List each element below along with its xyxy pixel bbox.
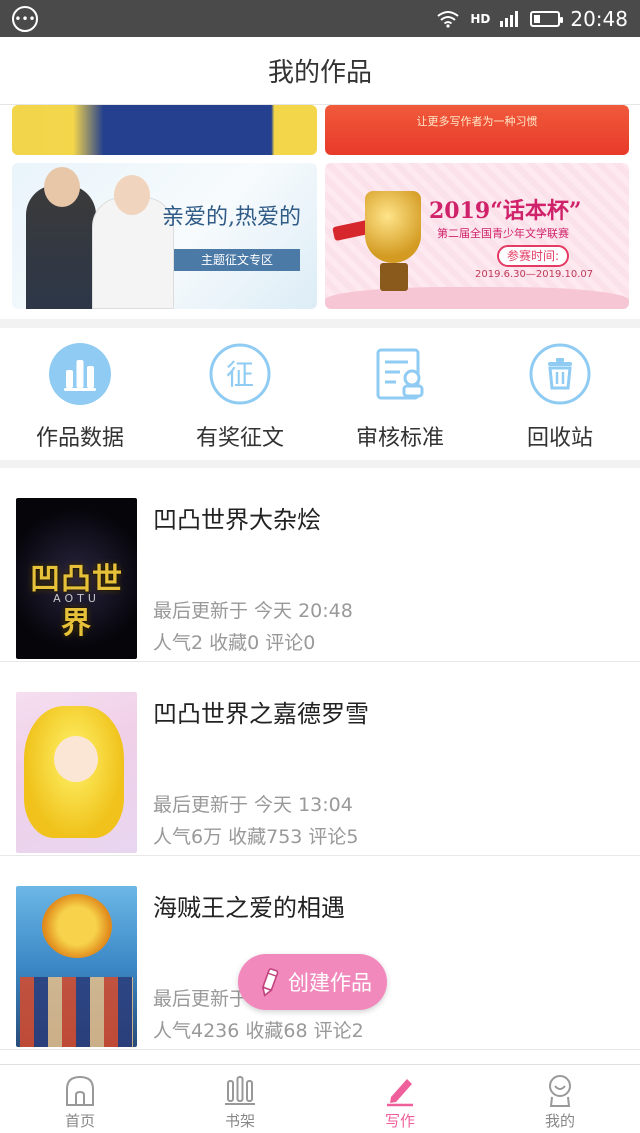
notification-icon: ••• [12, 5, 38, 32]
home-icon [62, 1073, 98, 1107]
tab-home[interactable]: 首页 [0, 1065, 160, 1133]
bookshelf-icon [222, 1073, 258, 1107]
banner-top-left[interactable] [12, 105, 317, 155]
tab-label: 我的 [544, 1112, 575, 1130]
entry-review-standard[interactable]: 审核标准 [320, 328, 480, 460]
status-bar: ••• HD 20:48 [0, 0, 640, 37]
tab-label: 书架 [224, 1112, 255, 1130]
trophy-icon [365, 191, 421, 263]
banner-literature-league[interactable]: 2019“话本杯” 第二届全国青少年文学联赛 参赛时间: 2019.6.30—2… [325, 163, 629, 309]
create-work-button[interactable]: 创建作品 [238, 954, 387, 1010]
trash-icon [528, 342, 592, 406]
work-updated: 最后更新于 今天 13:04 [153, 794, 353, 816]
work-stats: 人气4236 收藏68 评论2 [153, 1020, 364, 1042]
work-cover: 凹凸世界 AOTU [16, 498, 137, 659]
bottom-tab-bar: 首页 书架 写作 我的 [0, 1064, 640, 1133]
profile-icon [542, 1073, 578, 1107]
work-updated: 最后更新于 今天 20:48 [153, 600, 353, 622]
entry-label: 审核标准 [355, 426, 444, 451]
banner-people-illustration [26, 167, 176, 309]
entry-label: 有奖征文 [195, 426, 284, 451]
work-updated: 最后更新于 [153, 988, 249, 1010]
work-title: 凹凸世界大杂烩 [153, 506, 321, 534]
tab-profile[interactable]: 我的 [480, 1065, 640, 1133]
tab-write[interactable]: 写作 [320, 1065, 480, 1133]
wifi-icon [436, 10, 460, 28]
entry-recycle-bin[interactable]: 回收站 [480, 328, 640, 460]
banner-headline: 2019“话本杯” [429, 198, 582, 224]
tab-label: 首页 [64, 1112, 95, 1130]
entry-label: 回收站 [526, 426, 593, 451]
work-stats: 人气2 收藏0 评论0 [153, 632, 316, 654]
create-work-label: 创建作品 [288, 971, 372, 995]
svg-text:征: 征 [226, 358, 254, 391]
review-standard-icon [368, 342, 432, 406]
banner-slogan: 亲爱的,热爱的 [162, 205, 301, 230]
contest-icon: 征 [208, 342, 272, 406]
banner-theme-contest[interactable]: 亲爱的,热爱的 主题征文专区 [12, 163, 317, 309]
cover-logo-sub: AOTU [53, 592, 100, 605]
banner-time-pill: 参赛时间: [497, 245, 569, 267]
work-stats: 人气6万 收藏753 评论5 [153, 826, 359, 848]
tab-label: 写作 [384, 1112, 415, 1130]
entry-prize-contest[interactable]: 征 有奖征文 [160, 328, 320, 460]
banner-top-right-text: 让更多写作者为一种习惯 [416, 115, 538, 128]
entry-work-data[interactable]: 作品数据 [0, 328, 160, 460]
pen-icon [382, 1073, 418, 1107]
banner-pill: 主题征文专区 [174, 249, 300, 271]
pencil-icon [256, 967, 282, 997]
banner-subtitle: 第二届全国青少年文学联赛 [437, 227, 569, 240]
quick-entries: 作品数据 征 有奖征文 审核标准 回收站 [0, 328, 640, 460]
work-cover [16, 692, 137, 853]
banner-date-range: 2019.6.30—2019.10.07 [475, 269, 594, 280]
work-cover [16, 886, 137, 1047]
bar-chart-icon [48, 342, 112, 406]
tab-bookshelf[interactable]: 书架 [160, 1065, 320, 1133]
work-item[interactable]: 海贼王之爱的相遇 最后更新于 人气4236 收藏68 评论2 [0, 856, 640, 1050]
page-title: 我的作品 [267, 58, 372, 88]
signal-icon [500, 10, 520, 27]
work-item[interactable]: 凹凸世界之嘉德罗雪 最后更新于 今天 13:04 人气6万 收藏753 评论5 [0, 662, 640, 856]
banner-grid: 让更多写作者为一种习惯 亲爱的,热爱的 主题征文专区 2019“话本杯” 第二届… [0, 105, 640, 319]
work-title: 凹凸世界之嘉德罗雪 [153, 700, 369, 728]
page-header: 我的作品 [0, 37, 640, 105]
entry-label: 作品数据 [35, 426, 124, 451]
banner-top-right[interactable]: 让更多写作者为一种习惯 [325, 105, 629, 155]
network-type: HD [470, 11, 491, 26]
work-item[interactable]: 凹凸世界 AOTU 凹凸世界大杂烩 最后更新于 今天 20:48 人气2 收藏0… [0, 468, 640, 662]
clock: 20:48 [570, 6, 628, 31]
work-title: 海贼王之爱的相遇 [153, 894, 345, 922]
battery-icon [530, 10, 564, 27]
